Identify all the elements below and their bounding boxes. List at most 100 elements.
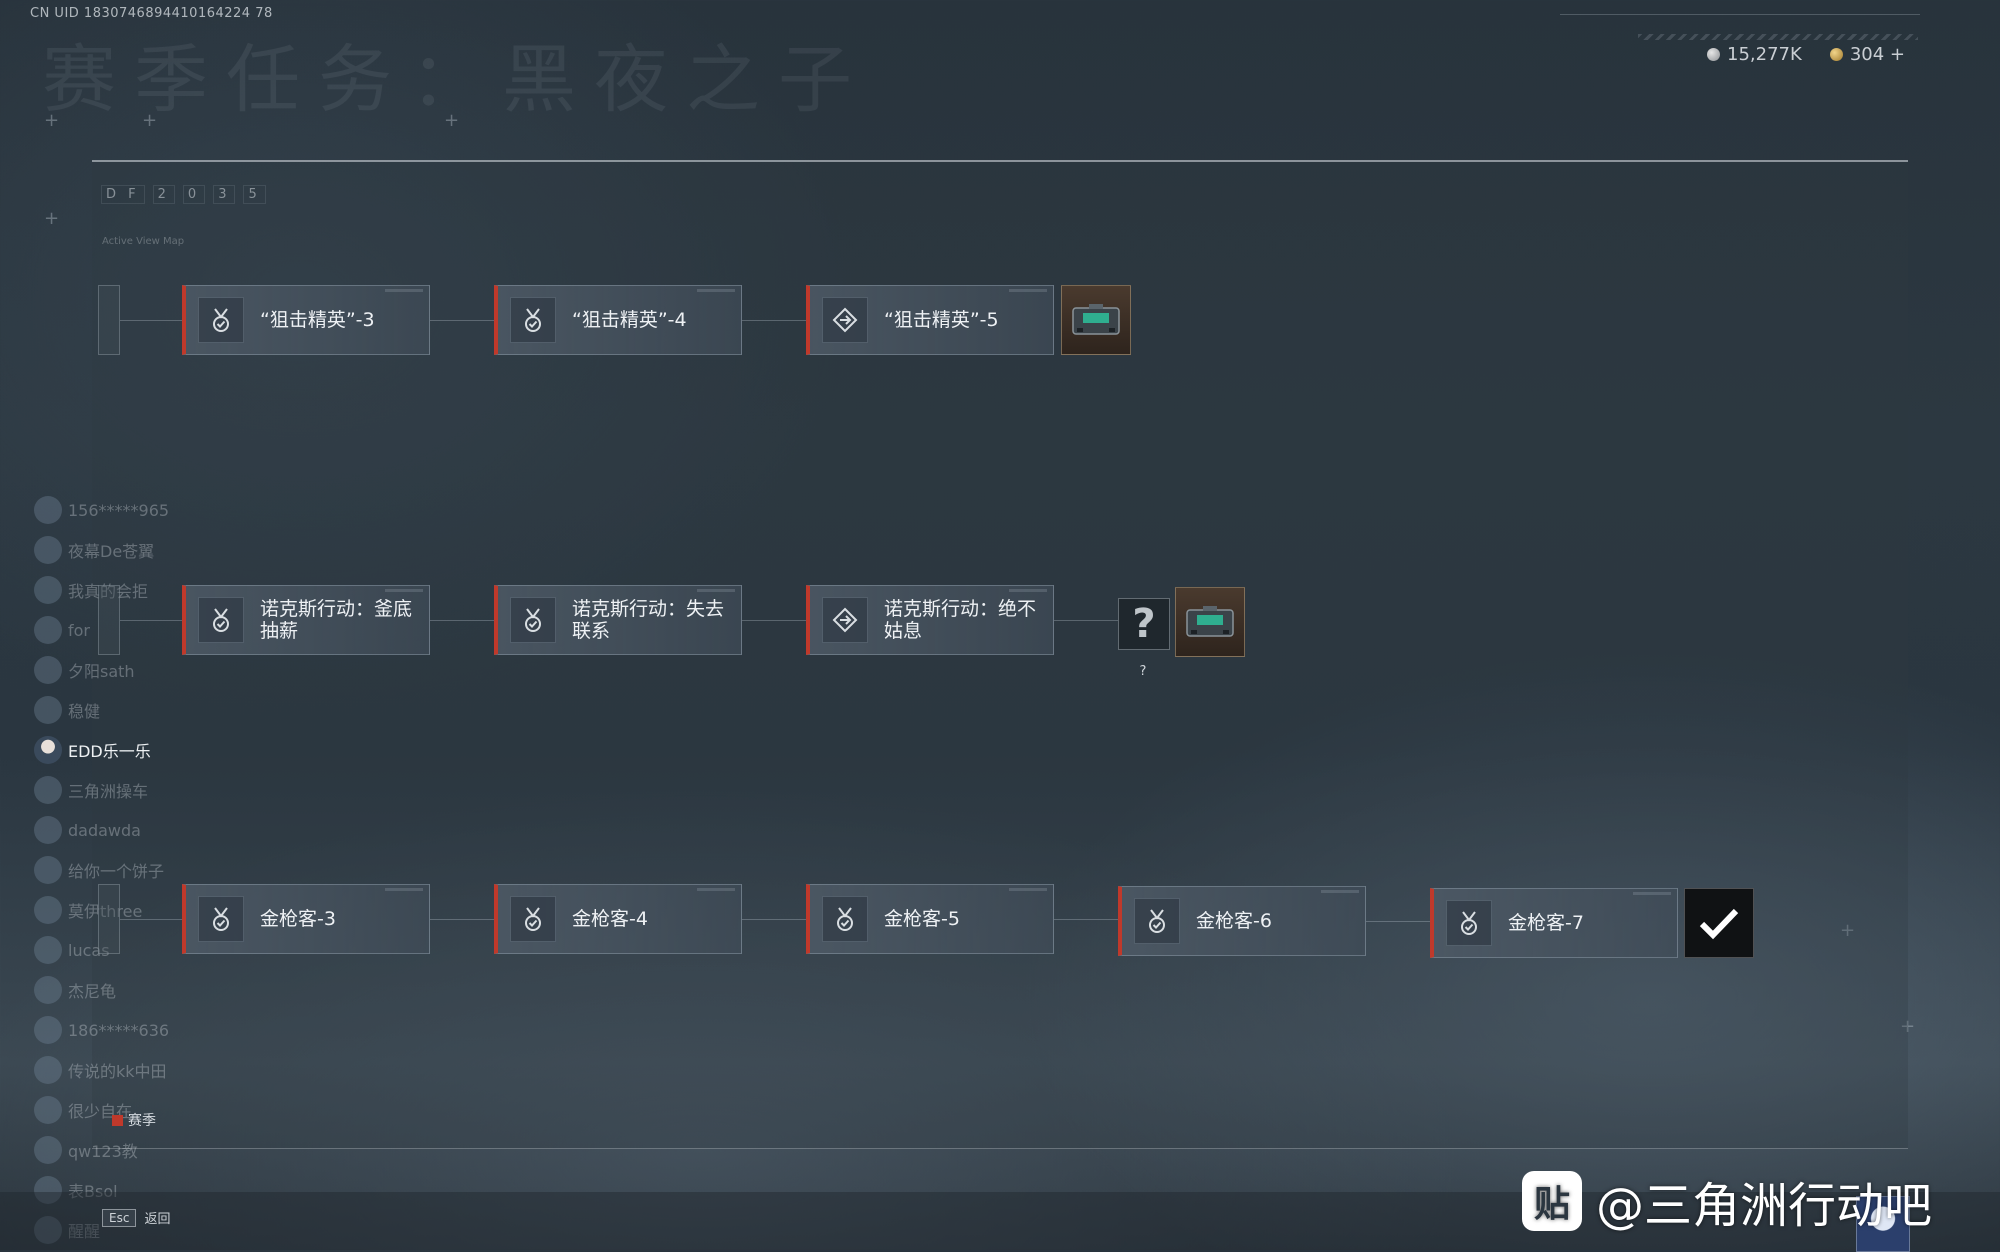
back-button[interactable]: Esc 返回 (102, 1208, 170, 1227)
season-legend: 赛季 (112, 1110, 156, 1130)
friend-name: EDD乐一乐 (68, 742, 151, 761)
gold-coin-icon (1829, 48, 1843, 61)
card-tag (385, 589, 423, 592)
card-tag (697, 289, 735, 292)
friend-list-item[interactable]: EDD乐一乐 (34, 730, 214, 770)
friend-avatar (34, 816, 62, 844)
friend-avatar (34, 976, 62, 1004)
medal-check-icon (198, 297, 244, 343)
mission-card-sniper-3[interactable]: “狙击精英”-3 (182, 285, 430, 355)
crosshair-deco: + (44, 208, 60, 229)
mystery-hint-icon[interactable]: ? (1134, 662, 1152, 680)
friend-name: for (68, 620, 90, 640)
medal-check-icon (510, 297, 556, 343)
friend-name: 夕阳sath (68, 662, 135, 681)
player-uid: CN UID 1830746894410164224 78 (30, 6, 273, 21)
friend-list-item[interactable]: 夕阳sath (34, 650, 214, 690)
diamond-arrow-icon (822, 597, 868, 643)
chain-start-node (98, 884, 120, 954)
medal-check-icon (822, 896, 868, 942)
friend-name: 156*****965 (68, 500, 170, 520)
mission-card-golden-3[interactable]: 金枪客-3 (182, 884, 430, 954)
friend-list-item[interactable]: 杰尼龟 (34, 970, 214, 1010)
friend-avatar (34, 1136, 62, 1164)
medal-check-icon (1446, 900, 1492, 946)
mission-card-nox-1[interactable]: 诺克斯行动：釜底抽薪 (182, 585, 430, 655)
friend-name: 给你一个饼子 (68, 862, 165, 881)
chain-connector (742, 919, 806, 920)
mission-label: “狙击精英”-3 (260, 309, 375, 331)
chain-connector (120, 620, 182, 621)
top-decoration (1560, 14, 1920, 29)
mission-card-sniper-5[interactable]: “狙击精英”-5 (806, 285, 1054, 355)
mission-card-sniper-4[interactable]: “狙击精英”-4 (494, 285, 742, 355)
mission-card-golden-5[interactable]: 金枪客-5 (806, 884, 1054, 954)
friend-name: 杰尼龟 (68, 982, 117, 1001)
friend-avatar (34, 656, 62, 684)
friend-list-item[interactable]: 156*****965 (34, 490, 214, 530)
friend-list-item[interactable]: dadawda (34, 810, 214, 850)
chain-connector (430, 320, 494, 321)
crosshair-deco: + (142, 110, 158, 131)
card-tag (1633, 892, 1671, 895)
panel-tab: D F (101, 185, 145, 204)
medal-check-icon (510, 896, 556, 942)
card-tag (385, 289, 423, 292)
card-tag (1009, 589, 1047, 592)
mission-card-golden-4[interactable]: 金枪客-4 (494, 884, 742, 954)
crosshair-deco: + (444, 110, 460, 131)
diamond-arrow-icon (822, 297, 868, 343)
friend-list-item[interactable]: 传说的kk中田 (34, 1050, 214, 1090)
card-tag (697, 888, 735, 891)
weapon-case-icon (1072, 304, 1120, 335)
panel-tab: 2 (152, 185, 175, 204)
friend-name: dadawda (68, 820, 141, 840)
friend-avatar (34, 736, 62, 764)
mystery-reward[interactable]: ? (1118, 598, 1170, 650)
panel-tab: 0 (182, 185, 206, 204)
friend-avatar (34, 696, 62, 724)
completed-reward[interactable] (1684, 888, 1754, 958)
mission-label: “狙击精英”-4 (572, 309, 687, 331)
mission-card-golden-7[interactable]: 金枪客-7 (1430, 888, 1678, 958)
friend-avatar (34, 776, 62, 804)
mission-label: 金枪客-4 (572, 908, 648, 930)
silver-currency-value: 15,277K (1727, 44, 1802, 65)
season-label: 赛季 (128, 1113, 156, 1129)
mission-card-nox-2[interactable]: 诺克斯行动：失去联系 (494, 585, 742, 655)
friend-list-item[interactable]: qw123教 (34, 1130, 214, 1170)
mission-label: 金枪客-5 (884, 908, 960, 930)
medal-check-icon (198, 896, 244, 942)
card-tag (697, 589, 735, 592)
friend-list-item[interactable]: 夜幕De苍翼 (34, 530, 214, 570)
friend-avatar (34, 856, 62, 884)
reward-case-item[interactable] (1175, 587, 1245, 657)
chain-connector (1054, 620, 1118, 621)
mission-card-golden-6[interactable]: 金枪客-6 (1118, 886, 1366, 956)
card-tag (385, 888, 423, 891)
friend-avatar (34, 1056, 62, 1084)
chain-start-node (98, 285, 120, 355)
season-color-swatch (112, 1114, 123, 1126)
mission-label: 诺克斯行动：釜底抽薪 (260, 598, 413, 642)
chain-connector (430, 620, 494, 621)
friend-avatar (34, 1016, 62, 1044)
friend-list-item[interactable]: 三角洲操车 (34, 770, 214, 810)
mission-label: 金枪客-3 (260, 908, 336, 930)
friend-name: 稳健 (68, 702, 101, 721)
panel-tab: 3 (213, 185, 236, 204)
friend-avatar (34, 616, 62, 644)
friend-avatar (34, 936, 62, 964)
gold-currency[interactable]: 304 + (1829, 44, 1905, 65)
panel-subtitle: Active View Map (102, 236, 185, 247)
currency-bar: 15,277K 304 + (1707, 44, 1905, 65)
reward-case-item[interactable] (1061, 285, 1131, 355)
friend-list-item[interactable]: 稳健 (34, 690, 214, 730)
friend-list-item[interactable]: 186*****636 (34, 1010, 214, 1050)
mission-card-nox-3[interactable]: 诺克斯行动：绝不姑息 (806, 585, 1054, 655)
chain-connector (430, 919, 494, 920)
friend-name: 三角洲操车 (68, 782, 149, 801)
checkmark-icon (1699, 908, 1739, 940)
friend-name: qw123教 (68, 1142, 138, 1161)
tieba-logo-icon: 贴 (1522, 1171, 1582, 1231)
